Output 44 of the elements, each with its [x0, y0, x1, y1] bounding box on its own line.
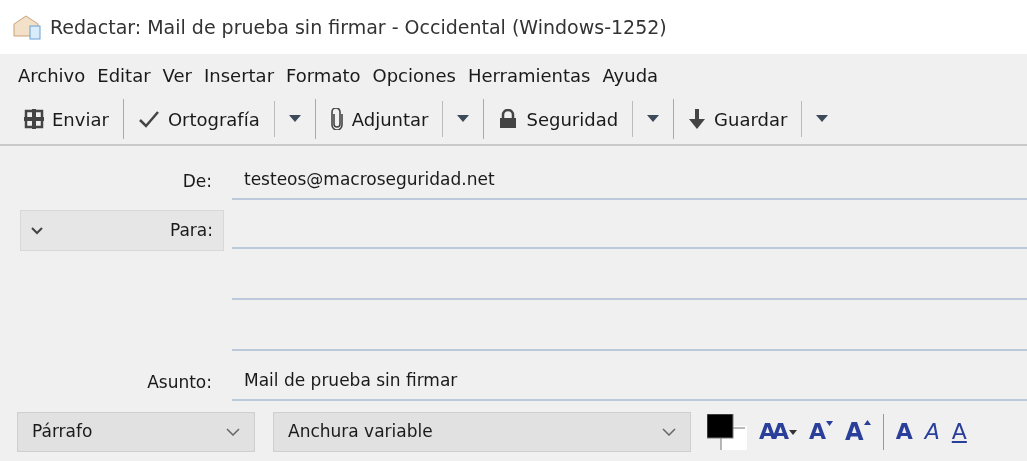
field-label: Asunto: [146, 370, 213, 394]
chevron-down-icon [31, 226, 43, 235]
down-triangle-icon [826, 421, 834, 426]
subject-field[interactable]: Mail de prueba sin firmar [232, 367, 1027, 401]
toolbar-button[interactable]: Enviar [24, 105, 109, 133]
paragraph-select[interactable]: Párrafo [17, 412, 255, 452]
paperclip-icon [329, 108, 344, 130]
envelope-icon [12, 14, 42, 40]
dropdown-arrow-icon[interactable] [647, 115, 660, 123]
dropdown-arrow-icon[interactable] [789, 429, 798, 435]
recipient-type-dropdown[interactable]: Para: [20, 210, 224, 251]
chevron-down-icon [226, 428, 240, 436]
menu-item[interactable]: Opciones [372, 61, 456, 89]
toolbar-button[interactable]: Ortografía [137, 105, 260, 133]
menu-item[interactable]: Herramientas [467, 61, 591, 89]
from-field[interactable]: testeos@macroseguridad.net [232, 166, 1027, 200]
checkmark-icon [137, 110, 160, 128]
window-title: Redactar: Mail de prueba sin firmar - Occidental (Windows-1252) [50, 14, 667, 40]
toolbar-button[interactable]: Guardar [688, 105, 788, 133]
italic-button[interactable]: A [924, 421, 940, 443]
menu-item[interactable]: Formato [286, 61, 361, 89]
underline-button[interactable]: A [951, 421, 967, 443]
dropdown-arrow-icon[interactable] [816, 115, 829, 123]
decrease-font-button[interactable]: A [809, 421, 827, 443]
send-icon [24, 109, 44, 129]
menu-item[interactable]: Editar [97, 61, 151, 89]
padlock-icon [498, 109, 519, 129]
increase-font-button[interactable]: A [845, 420, 864, 444]
up-triangle-icon [863, 420, 871, 425]
menu-item[interactable]: Ayuda [602, 61, 659, 89]
font-select[interactable]: Anchura variable [273, 412, 691, 452]
menu-item[interactable]: Insertar [204, 61, 275, 89]
down-arrow-icon [688, 109, 707, 129]
menu-item[interactable]: Ver [162, 61, 192, 89]
menu-item[interactable]: Archivo [18, 61, 86, 89]
field-label: De: [181, 169, 213, 193]
toolbar-button[interactable]: Adjuntar [329, 105, 429, 133]
bold-button[interactable]: A [895, 421, 913, 443]
chevron-down-icon [662, 428, 676, 436]
text-color-icon[interactable] [707, 414, 747, 450]
font-size-button[interactable]: AA [759, 421, 786, 443]
dropdown-arrow-icon[interactable] [457, 115, 470, 123]
toolbar-button[interactable]: Seguridad [498, 105, 619, 133]
dropdown-arrow-icon[interactable] [288, 115, 301, 123]
